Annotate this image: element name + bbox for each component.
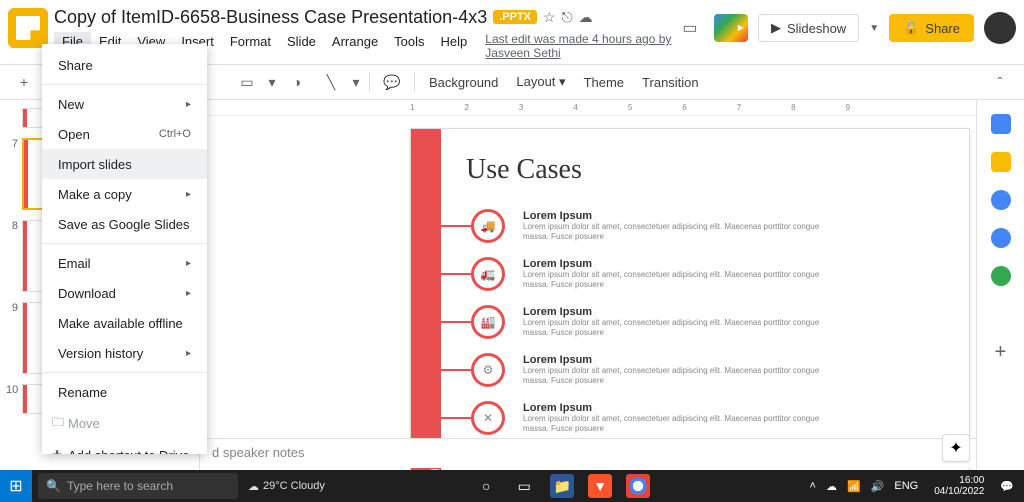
clock[interactable]: 16:0004/10/2022 xyxy=(928,475,990,497)
side-panel: + xyxy=(976,100,1024,470)
task-view-icon[interactable]: ▭ xyxy=(512,474,536,498)
weather-widget[interactable]: ☁ 29°C Cloudy xyxy=(248,480,325,493)
slideshow-button[interactable]: ▶Slideshow xyxy=(758,14,859,42)
doc-title[interactable]: Copy of ItemID-6658-Business Case Presen… xyxy=(54,7,487,28)
thumb-num: 9 xyxy=(6,302,18,314)
file-move: 🗀Move xyxy=(42,407,207,440)
notifications-icon[interactable]: 💬 xyxy=(1000,480,1014,493)
collapse-toolbar-icon[interactable]: ˆ xyxy=(984,68,1016,96)
line-tool[interactable]: ╲ xyxy=(315,68,347,96)
windows-taskbar: ⊞ 🔍Type here to search ☁ 29°C Cloudy ○ ▭… xyxy=(0,470,1024,502)
tools-icon: ✕ xyxy=(471,401,505,435)
chevron-right-icon: ▸ xyxy=(186,189,191,200)
share-button[interactable]: 🔒Share xyxy=(889,14,974,42)
keep-icon[interactable] xyxy=(991,152,1011,172)
pptx-badge: .PPTX xyxy=(493,10,537,24)
file-open[interactable]: OpenCtrl+O xyxy=(42,119,207,149)
shape-tool[interactable]: ◑ xyxy=(281,68,313,96)
language-indicator[interactable]: ENG xyxy=(894,480,918,492)
wifi-icon[interactable]: 📶 xyxy=(847,480,861,493)
contacts-icon[interactable] xyxy=(991,228,1011,248)
slide-title[interactable]: Use Cases xyxy=(466,154,582,186)
file-download[interactable]: Download▸ xyxy=(42,278,207,308)
file-offline[interactable]: Make available offline xyxy=(42,308,207,338)
meet-button[interactable] xyxy=(714,14,748,42)
file-version-history[interactable]: Version history▸ xyxy=(42,338,207,368)
chevron-right-icon: ▸ xyxy=(186,258,191,269)
file-make-copy[interactable]: Make a copy▸ xyxy=(42,179,207,209)
thumb-num: 7 xyxy=(6,138,18,150)
tasks-icon[interactable] xyxy=(991,190,1011,210)
slides-logo-icon[interactable] xyxy=(8,8,48,48)
brave-icon[interactable]: ▼ xyxy=(588,474,612,498)
calendar-icon[interactable] xyxy=(991,114,1011,134)
file-new[interactable]: New▸ xyxy=(42,89,207,119)
thumb-num: 10 xyxy=(6,384,18,396)
menu-slide[interactable]: Slide xyxy=(279,32,324,52)
theme-button[interactable]: Theme xyxy=(576,75,632,90)
menu-arrange[interactable]: Arrange xyxy=(324,32,386,52)
volume-icon[interactable]: 🔊 xyxy=(871,480,885,493)
file-save-as-slides[interactable]: Save as Google Slides xyxy=(42,209,207,239)
delivery-icon: 🚛 xyxy=(471,257,505,291)
cortana-icon[interactable]: ○ xyxy=(474,474,498,498)
chevron-right-icon: ▸ xyxy=(186,288,191,299)
file-menu-dropdown: Share New▸ OpenCtrl+O Import slides Make… xyxy=(42,44,207,454)
menu-tools[interactable]: Tools xyxy=(386,32,432,52)
file-share[interactable]: Share xyxy=(42,50,207,80)
drive-shortcut-icon: ✚ xyxy=(52,448,68,454)
file-email[interactable]: Email▸ xyxy=(42,248,207,278)
add-addon-icon[interactable]: + xyxy=(991,342,1011,362)
menu-help[interactable]: Help xyxy=(433,32,476,52)
canvas[interactable]: 123456789 Use Cases 🚚Lorem IpsumLorem ip… xyxy=(200,100,976,470)
chevron-right-icon: ▸ xyxy=(186,99,191,110)
last-edit-link[interactable]: Last edit was made 4 hours ago by Jasvee… xyxy=(485,32,676,52)
background-button[interactable]: Background xyxy=(421,75,506,90)
tray-chevron-icon[interactable]: ˄ xyxy=(810,480,816,492)
thumb-num: 8 xyxy=(6,220,18,232)
truck-icon: 🚚 xyxy=(471,209,505,243)
speaker-notes[interactable]: d speaker notes xyxy=(200,438,976,468)
taskbar-search[interactable]: 🔍Type here to search xyxy=(38,473,238,499)
file-rename[interactable]: Rename xyxy=(42,377,207,407)
comment-button[interactable]: 💬 xyxy=(376,68,408,96)
menu-format[interactable]: Format xyxy=(222,32,279,52)
chrome-icon[interactable] xyxy=(626,474,650,498)
ruler: 123456789 xyxy=(200,100,976,116)
cloud-status-icon[interactable]: ☁ xyxy=(579,9,593,26)
select-tool[interactable]: ▭ xyxy=(231,68,263,96)
search-icon: 🔍 xyxy=(46,479,61,493)
chevron-right-icon: ▸ xyxy=(186,348,191,359)
new-slide-button[interactable]: + xyxy=(8,68,40,96)
line-dropdown[interactable]: ▾ xyxy=(349,68,363,96)
explorer-icon[interactable]: 📁 xyxy=(550,474,574,498)
account-avatar[interactable] xyxy=(984,12,1016,44)
factory-icon: 🏭 xyxy=(471,305,505,339)
select-dropdown[interactable]: ▾ xyxy=(265,68,279,96)
gear-icon: ⚙ xyxy=(471,353,505,387)
maps-icon[interactable] xyxy=(991,266,1011,286)
move-icon[interactable]: ⎋ xyxy=(562,9,573,26)
transition-button[interactable]: Transition xyxy=(634,75,707,90)
comments-icon[interactable]: ▭ xyxy=(676,14,704,42)
file-import-slides[interactable]: Import slides xyxy=(42,149,207,179)
slide-canvas[interactable]: Use Cases 🚚Lorem IpsumLorem ipsum dolor … xyxy=(410,128,970,470)
file-add-shortcut[interactable]: ✚Add shortcut to Drive xyxy=(42,440,207,454)
folder-icon: 🗀 xyxy=(52,413,68,434)
explore-button[interactable]: ✦ xyxy=(942,434,970,462)
present-icon: ▶ xyxy=(771,20,781,36)
start-button[interactable]: ⊞ xyxy=(0,470,32,502)
layout-button[interactable]: Layout ▾ xyxy=(508,74,573,90)
lock-icon: 🔒 xyxy=(903,20,919,36)
onedrive-icon[interactable]: ☁ xyxy=(826,480,837,493)
star-icon[interactable]: ☆ xyxy=(543,9,556,26)
